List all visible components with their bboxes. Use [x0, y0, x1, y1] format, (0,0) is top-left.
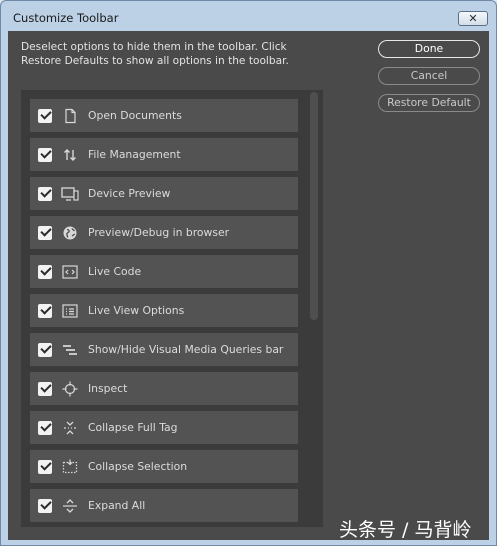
option-row[interactable]: Live View Options: [30, 294, 298, 327]
option-row[interactable]: Live Code: [30, 255, 298, 288]
option-checkbox[interactable]: [38, 381, 52, 396]
collapse-full-tag-icon: [61, 419, 79, 437]
option-label: Collapse Full Tag: [88, 421, 178, 434]
list-options-icon: [61, 302, 79, 320]
option-row[interactable]: File Management: [30, 138, 298, 171]
option-label: Inspect: [88, 382, 128, 395]
check-mark-icon: [40, 264, 52, 276]
option-label: Live Code: [88, 265, 142, 278]
option-checkbox[interactable]: [38, 225, 52, 240]
scrollbar[interactable]: [308, 92, 320, 525]
option-checkbox[interactable]: [38, 264, 52, 279]
option-label: Open Documents: [88, 109, 182, 122]
option-checkbox[interactable]: [38, 420, 52, 435]
option-checkbox[interactable]: [38, 303, 52, 318]
option-checkbox[interactable]: [38, 342, 52, 357]
option-label: Collapse Selection: [88, 460, 188, 473]
option-label: Show/Hide Visual Media Queries bar: [88, 343, 284, 356]
file-transfer-icon: [61, 146, 79, 164]
check-mark-icon: [40, 498, 52, 510]
option-row[interactable]: Collapse Selection: [30, 450, 298, 483]
option-checkbox[interactable]: [38, 186, 52, 201]
check-mark-icon: [40, 420, 52, 432]
option-label: Expand All: [88, 499, 146, 512]
option-checkbox[interactable]: [38, 459, 52, 474]
restore-default-button[interactable]: Restore Default: [378, 94, 480, 112]
option-row[interactable]: Device Preview: [30, 177, 298, 210]
option-row[interactable]: Open Documents: [30, 99, 298, 132]
globe-icon: [61, 224, 79, 242]
expand-all-icon: [61, 497, 79, 515]
check-mark-icon: [40, 342, 52, 354]
dialog-body: Deselect options to hide them in the too…: [8, 31, 489, 540]
option-label: File Management: [88, 148, 181, 161]
customize-toolbar-dialog: Customize Toolbar ✕ Deselect options to …: [0, 0, 497, 546]
crosshair-icon: [61, 380, 79, 398]
option-checkbox[interactable]: [38, 498, 52, 513]
check-mark-icon: [40, 186, 52, 198]
done-button[interactable]: Done: [378, 40, 480, 58]
option-row[interactable]: Expand All: [30, 489, 298, 522]
check-mark-icon: [40, 108, 52, 120]
toolbar-options-list: Open Documents File Management Device Prev…: [21, 90, 323, 527]
scrollbar-thumb[interactable]: [310, 92, 318, 320]
media-queries-icon: [61, 341, 79, 359]
close-button[interactable]: ✕: [458, 11, 488, 26]
device-preview-icon: [61, 185, 79, 203]
option-label: Device Preview: [88, 187, 171, 200]
check-mark-icon: [40, 459, 52, 471]
check-mark-icon: [40, 381, 52, 393]
check-mark-icon: [40, 147, 52, 159]
option-label: Preview/Debug in browser: [88, 226, 230, 239]
option-row[interactable]: Collapse Full Tag: [30, 411, 298, 444]
option-row[interactable]: Preview/Debug in browser: [30, 216, 298, 249]
instructions-text: Deselect options to hide them in the too…: [21, 41, 289, 67]
options-rows: Open Documents File Management Device Prev…: [30, 99, 298, 527]
window-title: Customize Toolbar: [13, 11, 119, 25]
collapse-selection-icon: [61, 458, 79, 476]
option-label: Live View Options: [88, 304, 185, 317]
title-bar[interactable]: Customize Toolbar ✕: [1, 1, 496, 31]
option-checkbox[interactable]: [38, 147, 52, 162]
check-mark-icon: [40, 303, 52, 315]
option-row[interactable]: Inspect: [30, 372, 298, 405]
check-mark-icon: [40, 225, 52, 237]
option-checkbox[interactable]: [38, 108, 52, 123]
option-row[interactable]: Show/Hide Visual Media Queries bar: [30, 333, 298, 366]
watermark-text: 头条号 / 马背岭: [339, 519, 472, 541]
document-icon: [61, 107, 79, 125]
code-icon: [61, 263, 79, 281]
cancel-button[interactable]: Cancel: [378, 67, 480, 85]
